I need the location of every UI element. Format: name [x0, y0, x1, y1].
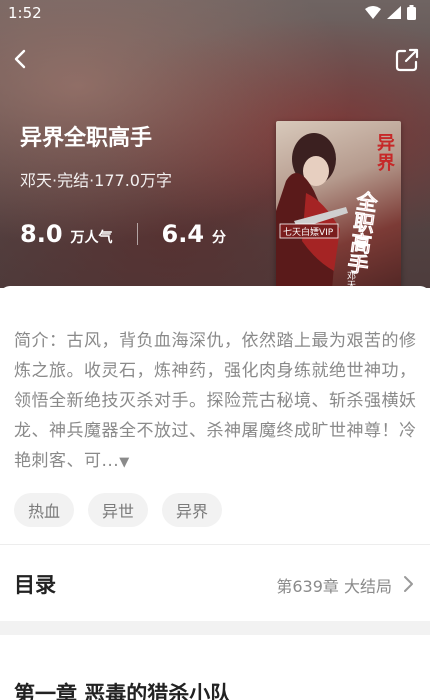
tag-item[interactable]: 异界 [162, 493, 223, 527]
popularity-unit: 万人气 [70, 230, 113, 246]
share-icon [395, 48, 419, 72]
wifi-icon [365, 6, 381, 19]
book-stats: 8.0 万人气 6.4 分 [20, 220, 226, 248]
toc-row[interactable]: 目录 第639章 大结局 [0, 545, 430, 621]
back-button[interactable] [8, 46, 34, 72]
toc-label: 目录 [14, 573, 56, 597]
triangle-down-icon[interactable]: ▼ [119, 455, 130, 470]
book-intro-text: 简介：古风，背负血海深仇，依然踏上最为艰苦的修炼之旅。收灵石，炼神药，强化肉身练… [14, 331, 417, 471]
popularity-value: 8.0 [20, 220, 63, 248]
tag-item[interactable]: 异世 [88, 493, 149, 527]
chevron-right-icon [404, 576, 413, 592]
battery-icon [407, 5, 416, 20]
cellular-signal-icon [387, 6, 401, 19]
book-cover[interactable]: 异 界 全职高手 七天白嫖VIP 邓天·著 [276, 121, 401, 302]
tag-list: 热血 异世 异界 [14, 493, 223, 527]
score-unit: 分 [212, 230, 227, 246]
cover-art: 异 界 全职高手 七天白嫖VIP 邓天·著 [276, 133, 395, 302]
status-bar: 1:52 [0, 0, 430, 26]
cover-title-char-1: 异 [377, 133, 395, 154]
first-chapter-title[interactable]: 第一章 恶毒的猎杀小队 [14, 678, 231, 700]
book-intro[interactable]: 简介：古风，背负血海深仇，依然踏上最为艰苦的修炼之旅。收灵石，炼神药，强化肉身练… [14, 326, 420, 478]
status-icons [365, 5, 416, 20]
book-title: 异界全职高手 [20, 126, 153, 151]
book-detail-sheet: 简介：古风，背负血海深仇，依然踏上最为艰苦的修炼之旅。收灵石，炼神药，强化肉身练… [0, 286, 430, 700]
cover-badge: 七天白嫖VIP [283, 226, 334, 238]
book-meta: 邓天·完结·177.0万字 [20, 171, 172, 190]
cover-title-char-2: 界 [377, 153, 395, 174]
cover-art-text: 全职高手 [344, 189, 381, 277]
toc-latest-chapter: 第639章 大结局 [276, 577, 392, 596]
tag-item[interactable]: 热血 [14, 493, 75, 527]
stats-divider [136, 223, 138, 245]
section-gap [0, 621, 430, 635]
chevron-left-icon [14, 49, 26, 69]
status-time: 1:52 [8, 4, 42, 22]
score-value: 6.4 [161, 220, 205, 248]
share-button[interactable] [394, 47, 420, 73]
